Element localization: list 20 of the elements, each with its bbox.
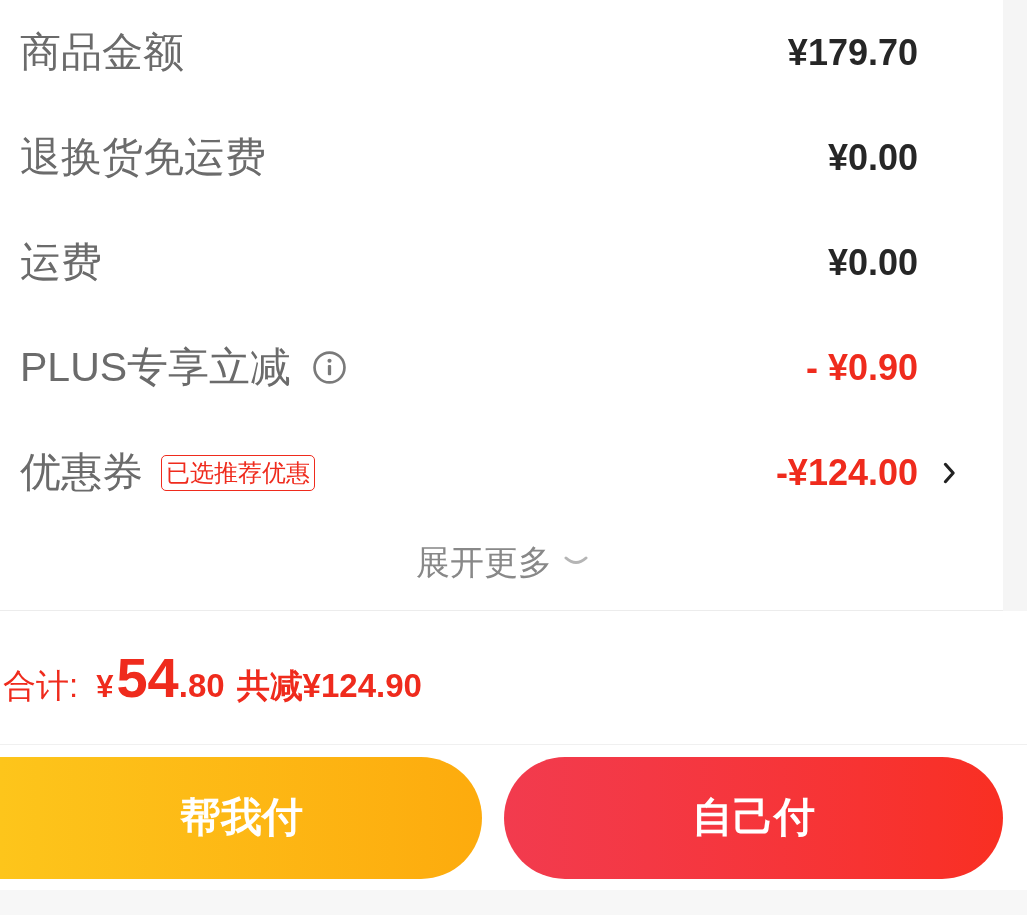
- row-label: 商品金额: [20, 32, 184, 73]
- chevron-right-icon[interactable]: [943, 461, 956, 484]
- row-label: 优惠券: [20, 452, 143, 493]
- row-label: 退换货免运费: [20, 137, 266, 178]
- amount-value: - ¥0.90: [805, 349, 918, 386]
- total-saving: 共减¥124.90: [236, 668, 422, 702]
- pay-myself-button[interactable]: 自己付: [504, 756, 1003, 879]
- expand-more-button[interactable]: 展开更多: [415, 544, 588, 579]
- recommended-tag: 已选推荐优惠: [161, 454, 315, 491]
- row-label: 运费: [20, 242, 102, 283]
- info-icon[interactable]: [313, 351, 347, 384]
- total-label: 合计:: [3, 668, 79, 702]
- amount-value: ¥179.70: [787, 34, 918, 71]
- total-decimal: .80: [178, 668, 225, 702]
- amount-value: ¥0.00: [827, 139, 918, 176]
- total-integer: 54: [116, 649, 179, 706]
- amount-value: ¥0.00: [827, 244, 918, 281]
- amount-value: -¥124.00: [775, 454, 918, 491]
- row-label: PLUS专享立减: [20, 347, 292, 388]
- currency-symbol: ¥: [96, 670, 114, 702]
